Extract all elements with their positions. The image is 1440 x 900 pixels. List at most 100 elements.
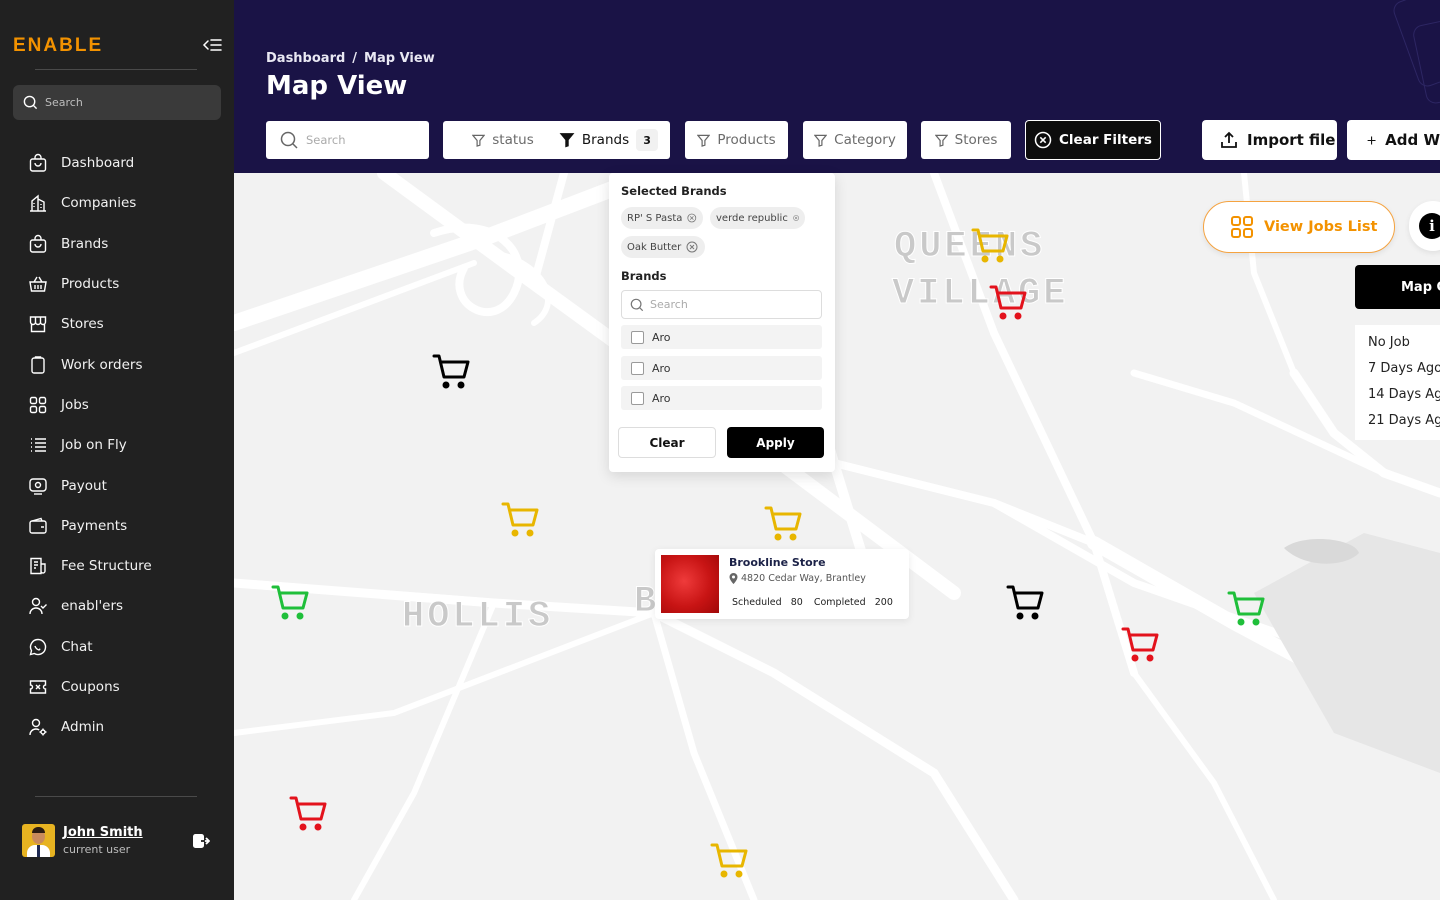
brand-option-label: Aro xyxy=(652,330,671,344)
user-profile[interactable]: John Smith current user xyxy=(22,824,143,857)
cart-icon xyxy=(1006,585,1044,620)
sidebar-item-coupons[interactable]: Coupons xyxy=(0,667,234,707)
store-marker-black[interactable] xyxy=(1006,584,1046,622)
store-icon xyxy=(29,316,47,333)
brand-checkbox[interactable] xyxy=(631,330,644,344)
logout-icon[interactable] xyxy=(192,832,211,850)
brands-count-badge: 3 xyxy=(636,129,659,151)
store-marker-red[interactable] xyxy=(1121,626,1161,664)
sidebar-item-jobs[interactable]: Jobs xyxy=(0,385,234,425)
store-marker-yellow[interactable] xyxy=(501,501,541,539)
category-filter-button[interactable]: Category xyxy=(803,121,907,159)
sidebar-item-label: Stores xyxy=(61,316,104,333)
sidebar-item-products[interactable]: Products xyxy=(0,264,234,304)
store-marker-red[interactable] xyxy=(289,795,329,833)
payout-icon xyxy=(29,477,47,495)
sidebar-item-admin[interactable]: Admin xyxy=(0,707,234,747)
store-marker-red[interactable] xyxy=(989,284,1029,322)
sidebar-item-stores[interactable]: Stores xyxy=(0,304,234,344)
sidebar-item-fee-structure[interactable]: Fee Structure xyxy=(0,546,234,586)
map-legend: No Job 7 Days Ago 14 Days Ago 21 Days Ag… xyxy=(1355,325,1440,440)
map-search[interactable] xyxy=(266,121,429,159)
sidebar-item-brands[interactable]: Brands xyxy=(0,224,234,264)
map-canvas[interactable]: QUEENS VILLAGE HOLLIS B xyxy=(234,173,1440,900)
breadcrumb-dashboard-link[interactable]: Dashboard xyxy=(266,51,345,66)
import-file-button[interactable]: Import file xyxy=(1202,120,1337,160)
collapse-sidebar-icon[interactable] xyxy=(202,36,222,54)
status-filter-button[interactable]: status xyxy=(443,121,563,159)
store-marker-yellow[interactable] xyxy=(764,505,804,543)
sidebar-item-label: Chat xyxy=(61,638,93,655)
products-filter-button[interactable]: Products xyxy=(685,121,788,159)
sidebar-item-dashboard[interactable]: Dashboard xyxy=(0,143,234,183)
plus-icon xyxy=(1367,136,1376,144)
add-button[interactable]: Add W xyxy=(1347,120,1440,160)
filter-icon xyxy=(472,134,486,147)
brand-option[interactable]: Aro xyxy=(621,325,822,349)
brand-search-input[interactable] xyxy=(650,298,810,311)
store-marker-green[interactable] xyxy=(1227,590,1267,628)
remove-chip-icon[interactable] xyxy=(686,241,698,253)
stores-filter-label: Stores xyxy=(954,132,998,148)
sidebar-item-payments[interactable]: Payments xyxy=(0,506,234,546)
filter-icon xyxy=(934,134,948,147)
chip-label: RP' S Pasta xyxy=(627,212,683,224)
map-search-input[interactable] xyxy=(306,133,416,147)
sidebar-search-input[interactable] xyxy=(45,96,205,109)
stores-filter-button[interactable]: Stores xyxy=(921,121,1011,159)
store-marker-yellow[interactable] xyxy=(710,842,750,880)
bag-icon xyxy=(29,234,47,253)
sidebar-item-label: Admin xyxy=(61,719,105,736)
legend-item: 14 Days Ago xyxy=(1368,387,1440,402)
cart-icon xyxy=(989,285,1027,320)
sidebar-item-work-orders[interactable]: Work orders xyxy=(0,344,234,384)
map-roads xyxy=(234,173,1440,900)
selected-brand-chip[interactable]: RP' S Pasta xyxy=(621,207,703,229)
selected-brands-title: Selected Brands xyxy=(621,184,727,198)
sidebar-item-companies[interactable]: Companies xyxy=(0,183,234,223)
brand-search[interactable] xyxy=(621,290,822,319)
legend-item: 7 Days Ago xyxy=(1368,361,1440,376)
user-name[interactable]: John Smith xyxy=(63,825,143,840)
dropdown-clear-button[interactable]: Clear xyxy=(618,427,716,458)
map-label-queens: QUEENS xyxy=(893,226,1046,269)
scheduled-value: 80 xyxy=(790,597,803,608)
sidebar-item-label: Dashboard xyxy=(61,155,135,172)
sidebar-item-chat[interactable]: Chat xyxy=(0,627,234,667)
dropdown-apply-button[interactable]: Apply xyxy=(727,427,824,458)
selected-brand-chip[interactable]: verde republic xyxy=(710,207,805,229)
brand-checkbox[interactable] xyxy=(631,391,644,405)
search-icon xyxy=(280,131,298,149)
brand-checkbox[interactable] xyxy=(631,361,644,375)
sidebar-item-label: enabl'ers xyxy=(61,598,124,615)
breadcrumb: Dashboard / Map View xyxy=(266,51,435,66)
sidebar-item-job-on-fly[interactable]: Job on Fly xyxy=(0,425,234,465)
sidebar-search[interactable] xyxy=(13,85,221,120)
store-marker-green[interactable] xyxy=(271,584,311,622)
sidebar-item-payout[interactable]: Payout xyxy=(0,465,234,505)
view-jobs-list-button[interactable]: View Jobs List xyxy=(1203,201,1395,253)
sidebar-item-enablers[interactable]: enabl'ers xyxy=(0,586,234,626)
clear-filters-button[interactable]: Clear Filters xyxy=(1025,120,1161,160)
brand-option[interactable]: Aro xyxy=(621,356,822,380)
store-marker-yellow[interactable] xyxy=(971,227,1011,265)
store-info-card[interactable]: Brookline Store 4820 Cedar Way, Brantley… xyxy=(655,549,909,619)
brands-filter-button[interactable]: Brands 3 xyxy=(547,121,670,159)
category-filter-label: Category xyxy=(834,132,896,148)
store-marker-black[interactable] xyxy=(432,353,472,391)
remove-chip-icon[interactable] xyxy=(687,212,697,224)
map-guide-tooltip: Map G xyxy=(1355,265,1440,309)
brand-option-label: Aro xyxy=(652,391,671,405)
sidebar-item-label: Job on Fly xyxy=(61,437,127,454)
divider xyxy=(35,796,197,797)
brand-option[interactable]: Aro xyxy=(621,386,822,410)
breadcrumb-separator: / xyxy=(352,51,358,66)
cart-icon xyxy=(501,502,539,537)
sidebar-item-label: Payout xyxy=(61,477,107,494)
selected-brand-chip[interactable]: Oak Butter xyxy=(621,236,705,258)
cart-icon xyxy=(710,843,748,878)
remove-chip-icon[interactable] xyxy=(793,212,799,224)
legend-item: No Job xyxy=(1368,335,1410,350)
sidebar-item-label: Work orders xyxy=(61,356,143,373)
cart-icon xyxy=(289,796,327,831)
